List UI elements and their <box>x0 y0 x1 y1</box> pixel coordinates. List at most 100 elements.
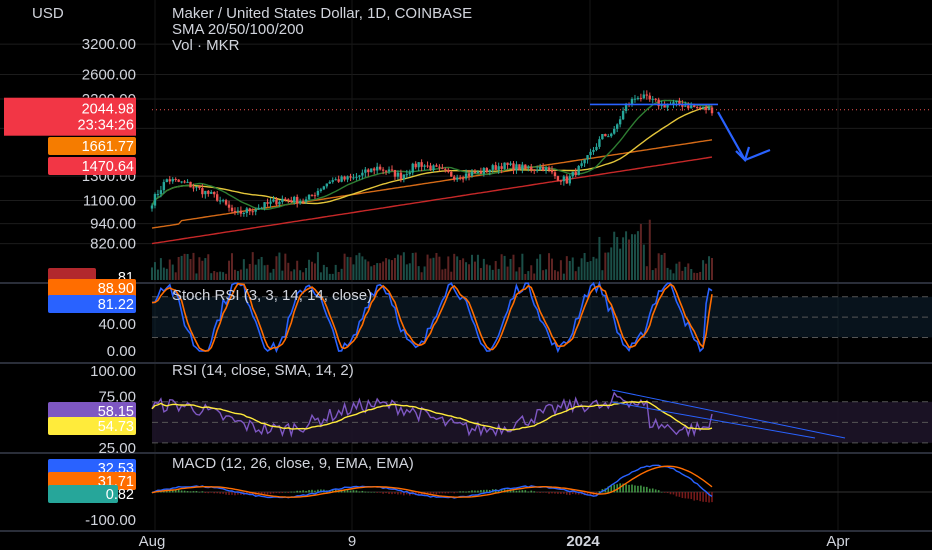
volume-bar <box>337 271 340 280</box>
candle-body <box>210 191 213 194</box>
candle-body <box>580 163 583 166</box>
macd-histogram-bar <box>355 490 358 493</box>
candle-body <box>562 176 566 182</box>
volume-bar <box>414 252 417 280</box>
volume-bar <box>388 259 391 280</box>
volume-bar <box>672 273 675 280</box>
macd-histogram-bar <box>477 490 479 493</box>
currency-label[interactable]: USD <box>32 5 64 22</box>
candle-body <box>334 179 337 181</box>
candle-body <box>645 94 649 96</box>
candle-body <box>162 182 166 191</box>
volume-bar <box>165 268 168 280</box>
volume-bar <box>468 264 471 280</box>
candle-body <box>384 170 388 172</box>
volume-bar <box>231 253 233 280</box>
volume-bar <box>159 258 162 280</box>
volume-bar <box>192 252 195 280</box>
volume-bar <box>225 273 228 280</box>
rsi-ma-tag: 54.73 <box>98 419 134 435</box>
volume-bar <box>642 244 645 280</box>
volume-bar <box>479 268 482 280</box>
volume-bar <box>471 254 473 280</box>
volume-bar <box>207 254 210 280</box>
volume-bar <box>382 261 385 280</box>
volume-bar <box>156 269 159 280</box>
volume-bar <box>379 263 382 280</box>
volume-bar <box>660 254 663 280</box>
macd-histogram-bar <box>557 492 559 494</box>
volume-bar <box>462 258 465 280</box>
volume-bar <box>361 256 364 280</box>
volume-bar <box>690 269 693 280</box>
candle-body <box>710 107 714 114</box>
volume-bar <box>426 254 429 280</box>
last-price-value: 2044.98 <box>82 102 134 118</box>
candle-body <box>242 212 246 214</box>
volume-bar <box>263 265 266 280</box>
macd-histogram-bar <box>168 490 171 493</box>
macd-histogram-bar <box>675 492 678 497</box>
candle-body <box>592 149 595 152</box>
volume-bar <box>628 239 631 280</box>
macd-histogram-bar <box>388 492 390 494</box>
candle-body <box>574 171 577 176</box>
candle-body <box>192 187 195 189</box>
volume-bar <box>708 256 711 280</box>
candle-body <box>257 207 260 210</box>
candle-body <box>450 171 453 177</box>
macd-histogram-bar <box>480 489 482 493</box>
macd-histogram-bar <box>687 492 690 499</box>
macd-histogram-bar <box>364 491 367 493</box>
volume-bar <box>533 273 536 280</box>
macd-histogram-bar <box>308 490 310 493</box>
candle-body <box>310 194 314 196</box>
volume-bar <box>278 252 281 280</box>
candle-body <box>583 159 586 164</box>
price-tick-label: 1100.00 <box>83 193 136 210</box>
volume-bar <box>687 263 690 280</box>
price-tick-label: 3200.00 <box>82 36 136 53</box>
candle-body <box>213 191 216 195</box>
candle-body <box>198 186 201 189</box>
candle-body <box>435 165 438 167</box>
time-axis[interactable]: Aug 9 2024 Apr <box>139 533 850 550</box>
volume-bar <box>269 272 272 280</box>
candle-body <box>500 166 503 169</box>
projection-arrow[interactable] <box>717 111 771 162</box>
volume-bar <box>251 252 254 280</box>
candle-body <box>615 124 619 129</box>
volume-bar <box>171 264 174 280</box>
macd-histogram-bar <box>666 492 669 494</box>
candle-body <box>473 171 477 174</box>
candle-body <box>453 176 456 180</box>
volume-bar <box>453 253 456 280</box>
macd-histogram-bar <box>711 492 713 503</box>
user-drawings[interactable] <box>590 103 771 163</box>
candle-body <box>319 189 323 191</box>
candle-body <box>263 202 266 208</box>
macd-histogram-bar <box>631 484 633 493</box>
candle-body <box>295 196 299 204</box>
volume-bar <box>503 255 506 280</box>
price-tick-label: 2600.00 <box>82 67 136 84</box>
candle-body <box>455 177 459 180</box>
time-tick-label: 9 <box>348 533 356 550</box>
volume-bar <box>257 259 260 280</box>
macd-histogram-bar <box>346 489 349 493</box>
volume-bar <box>666 267 669 280</box>
volume-bar <box>174 272 177 280</box>
volume-bar <box>669 269 672 280</box>
candle-body <box>633 98 637 100</box>
candle-body <box>438 166 441 168</box>
candle-body <box>411 163 414 173</box>
volume-bar <box>411 252 414 280</box>
volume-bar <box>450 271 453 280</box>
volume-bar <box>577 266 580 280</box>
volume-bar <box>334 264 337 280</box>
macd-histogram-bar <box>456 492 458 493</box>
macd-histogram-bar <box>189 491 192 493</box>
macd-histogram-bar <box>183 490 186 493</box>
trading-chart[interactable]: 3200.002600.002200.001800.001300.001100.… <box>0 0 932 550</box>
candle-body <box>346 176 349 180</box>
